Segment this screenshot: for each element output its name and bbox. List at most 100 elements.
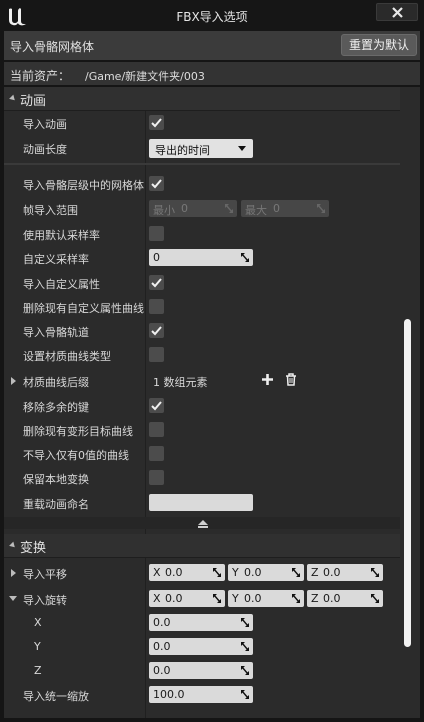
window-titlebar: FBX导入选项 [0,0,424,31]
rotation-sub-x-value: 0.0 [153,616,171,629]
do-not-import-zero-curves-checkbox[interactable] [149,446,164,461]
collapse-arrow-icon [9,541,17,550]
row-remove-redundant-keys: 移除多余的键 [4,394,400,418]
rotation-y-prefix: Y [232,592,239,605]
import-meshes-in-bone-hierarchy-label: 导入骨骼层级中的网格体 [23,179,144,192]
animation-length-dropdown[interactable]: 导出的时间 [149,139,253,158]
spin-grip-icon [241,690,249,699]
rotation-z-field[interactable]: Z 0.0 [307,590,383,607]
translation-z-prefix: Z [311,566,319,579]
import-custom-attribute-label: 导入自定义属性 [23,278,100,291]
import-rotation-label: 导入旋转 [23,594,67,607]
plus-icon[interactable] [262,374,273,385]
import-uniform-scale-field[interactable]: 100.0 [149,686,253,703]
category-transform[interactable]: 变换 [4,534,400,558]
checkmark-icon [151,326,162,336]
import-uniform-scale-value: 100.0 [153,688,185,701]
row-use-default-sample-rate: 使用默认采样率 [4,222,400,246]
frame-range-min-prefix: 最小 [153,204,175,217]
row-rotation-sub-x: X 0.0 [4,611,400,635]
collapse-arrow-icon[interactable] [9,596,17,601]
row-import-rotation: 导入旋转 X 0.0 Y 0.0 Z 0.0 [4,587,400,611]
scrollbar-thumb[interactable] [404,319,411,647]
spin-grip-icon [241,253,249,262]
translation-y-field[interactable]: Y 0.0 [228,564,304,581]
row-delete-existing-morph-target-curves: 删除现有变形目标曲线 [4,418,400,442]
rotation-x-field[interactable]: X 0.0 [149,590,225,607]
delete-existing-custom-attribute-curves-checkbox[interactable] [149,299,164,314]
row-import-animation: 导入动画 [4,111,400,135]
do-not-import-zero-curves-label: 不导入仅有0值的曲线 [23,449,129,462]
translation-x-value: 0.0 [165,566,183,579]
remove-redundant-keys-checkbox[interactable] [149,398,164,413]
row-import-uniform-scale: 导入统一缩放 100.0 [4,683,400,707]
reset-to-default-button[interactable]: 重置为默认 [341,34,417,56]
row-material-curve-suffixes: 材质曲线后缀 1 数组元素 [4,369,400,393]
override-animation-name-label: 重载动画命名 [23,498,89,511]
category-transform-label: 变换 [20,541,47,556]
frame-import-range-label: 帧导入范围 [23,204,78,217]
animation-length-label: 动画长度 [23,143,67,156]
import-meshes-in-bone-hierarchy-checkbox[interactable] [149,176,164,191]
collapse-arrow-icon [9,94,17,103]
animation-length-value: 导出的时间 [155,144,210,157]
spin-grip-icon [371,594,379,603]
checkmark-icon [151,401,162,411]
translation-z-field[interactable]: Z 0.0 [307,564,383,581]
collapse-arrow-icon [198,520,208,525]
spin-grip-icon [213,568,221,577]
translation-x-field[interactable]: X 0.0 [149,564,225,581]
expand-arrow-icon[interactable] [11,569,16,577]
preserve-local-transform-checkbox[interactable] [149,470,164,485]
rotation-sub-z-label: Z [34,664,42,677]
rotation-y-value: 0.0 [244,592,262,605]
options-panel: 动画 导入动画 动画长度 导出的时间 导入骨骼层级中的网格体 帧导入范围 最小 … [4,87,420,718]
rotation-sub-x-field[interactable]: 0.0 [149,614,253,631]
custom-sample-rate-value: 0 [153,251,160,264]
spin-grip-icon [241,618,249,627]
custom-sample-rate-label: 自定义采样率 [23,253,89,266]
override-animation-name-input[interactable] [149,494,253,511]
rotation-sub-z-field[interactable]: 0.0 [149,662,253,679]
frame-range-min-field[interactable]: 最小 0 [149,200,237,217]
import-animation-label: 导入动画 [23,118,67,131]
row-rotation-sub-z: Z 0.0 [4,659,400,683]
current-asset-row: 当前资产： /Game/新建文件夹/003 [4,62,420,85]
row-set-material-curve-type: 设置材质曲线类型 [4,343,400,367]
row-override-animation-name: 重载动画命名 [4,491,400,515]
delete-existing-morph-target-curves-checkbox[interactable] [149,422,164,437]
close-button[interactable] [376,3,418,21]
rotation-sub-z-value: 0.0 [153,664,171,677]
spin-grip-icon [371,568,379,577]
category-animation[interactable]: 动画 [4,87,400,111]
spin-grip-icon [241,666,249,675]
advanced-collapse-toggle[interactable] [4,517,400,529]
frame-range-max-field[interactable]: 最大 0 [241,200,329,217]
dropdown-caret-icon [238,146,246,151]
translation-y-prefix: Y [232,566,239,579]
category-animation-label: 动画 [20,94,47,109]
row-custom-sample-rate: 自定义采样率 0 [4,246,400,270]
use-default-sample-rate-checkbox[interactable] [149,226,164,241]
import-bone-tracks-checkbox[interactable] [149,323,164,338]
set-material-curve-type-checkbox[interactable] [149,347,164,362]
row-import-custom-attribute: 导入自定义属性 [4,271,400,295]
import-animation-checkbox[interactable] [149,115,164,130]
collapse-arrow-base [198,526,208,528]
custom-sample-rate-field[interactable]: 0 [149,249,253,266]
remove-redundant-keys-label: 移除多余的键 [23,401,89,414]
rotation-y-field[interactable]: Y 0.0 [228,590,304,607]
separator [4,163,400,165]
rotation-sub-y-field[interactable]: 0.0 [149,638,253,655]
set-material-curve-type-label: 设置材质曲线类型 [23,350,111,363]
delete-existing-morph-target-curves-label: 删除现有变形目标曲线 [23,425,133,438]
row-import-bone-tracks: 导入骨骼轨道 [4,319,400,343]
trash-icon[interactable] [285,373,297,386]
delete-existing-custom-attribute-curves-label: 删除现有自定义属性曲线 [23,302,144,315]
frame-range-max-value: 0 [273,202,280,215]
expand-arrow-icon[interactable] [11,377,16,385]
import-custom-attribute-checkbox[interactable] [149,275,164,290]
rotation-z-prefix: Z [311,592,319,605]
frame-range-max-prefix: 最大 [245,204,267,217]
spin-grip-icon [292,568,300,577]
